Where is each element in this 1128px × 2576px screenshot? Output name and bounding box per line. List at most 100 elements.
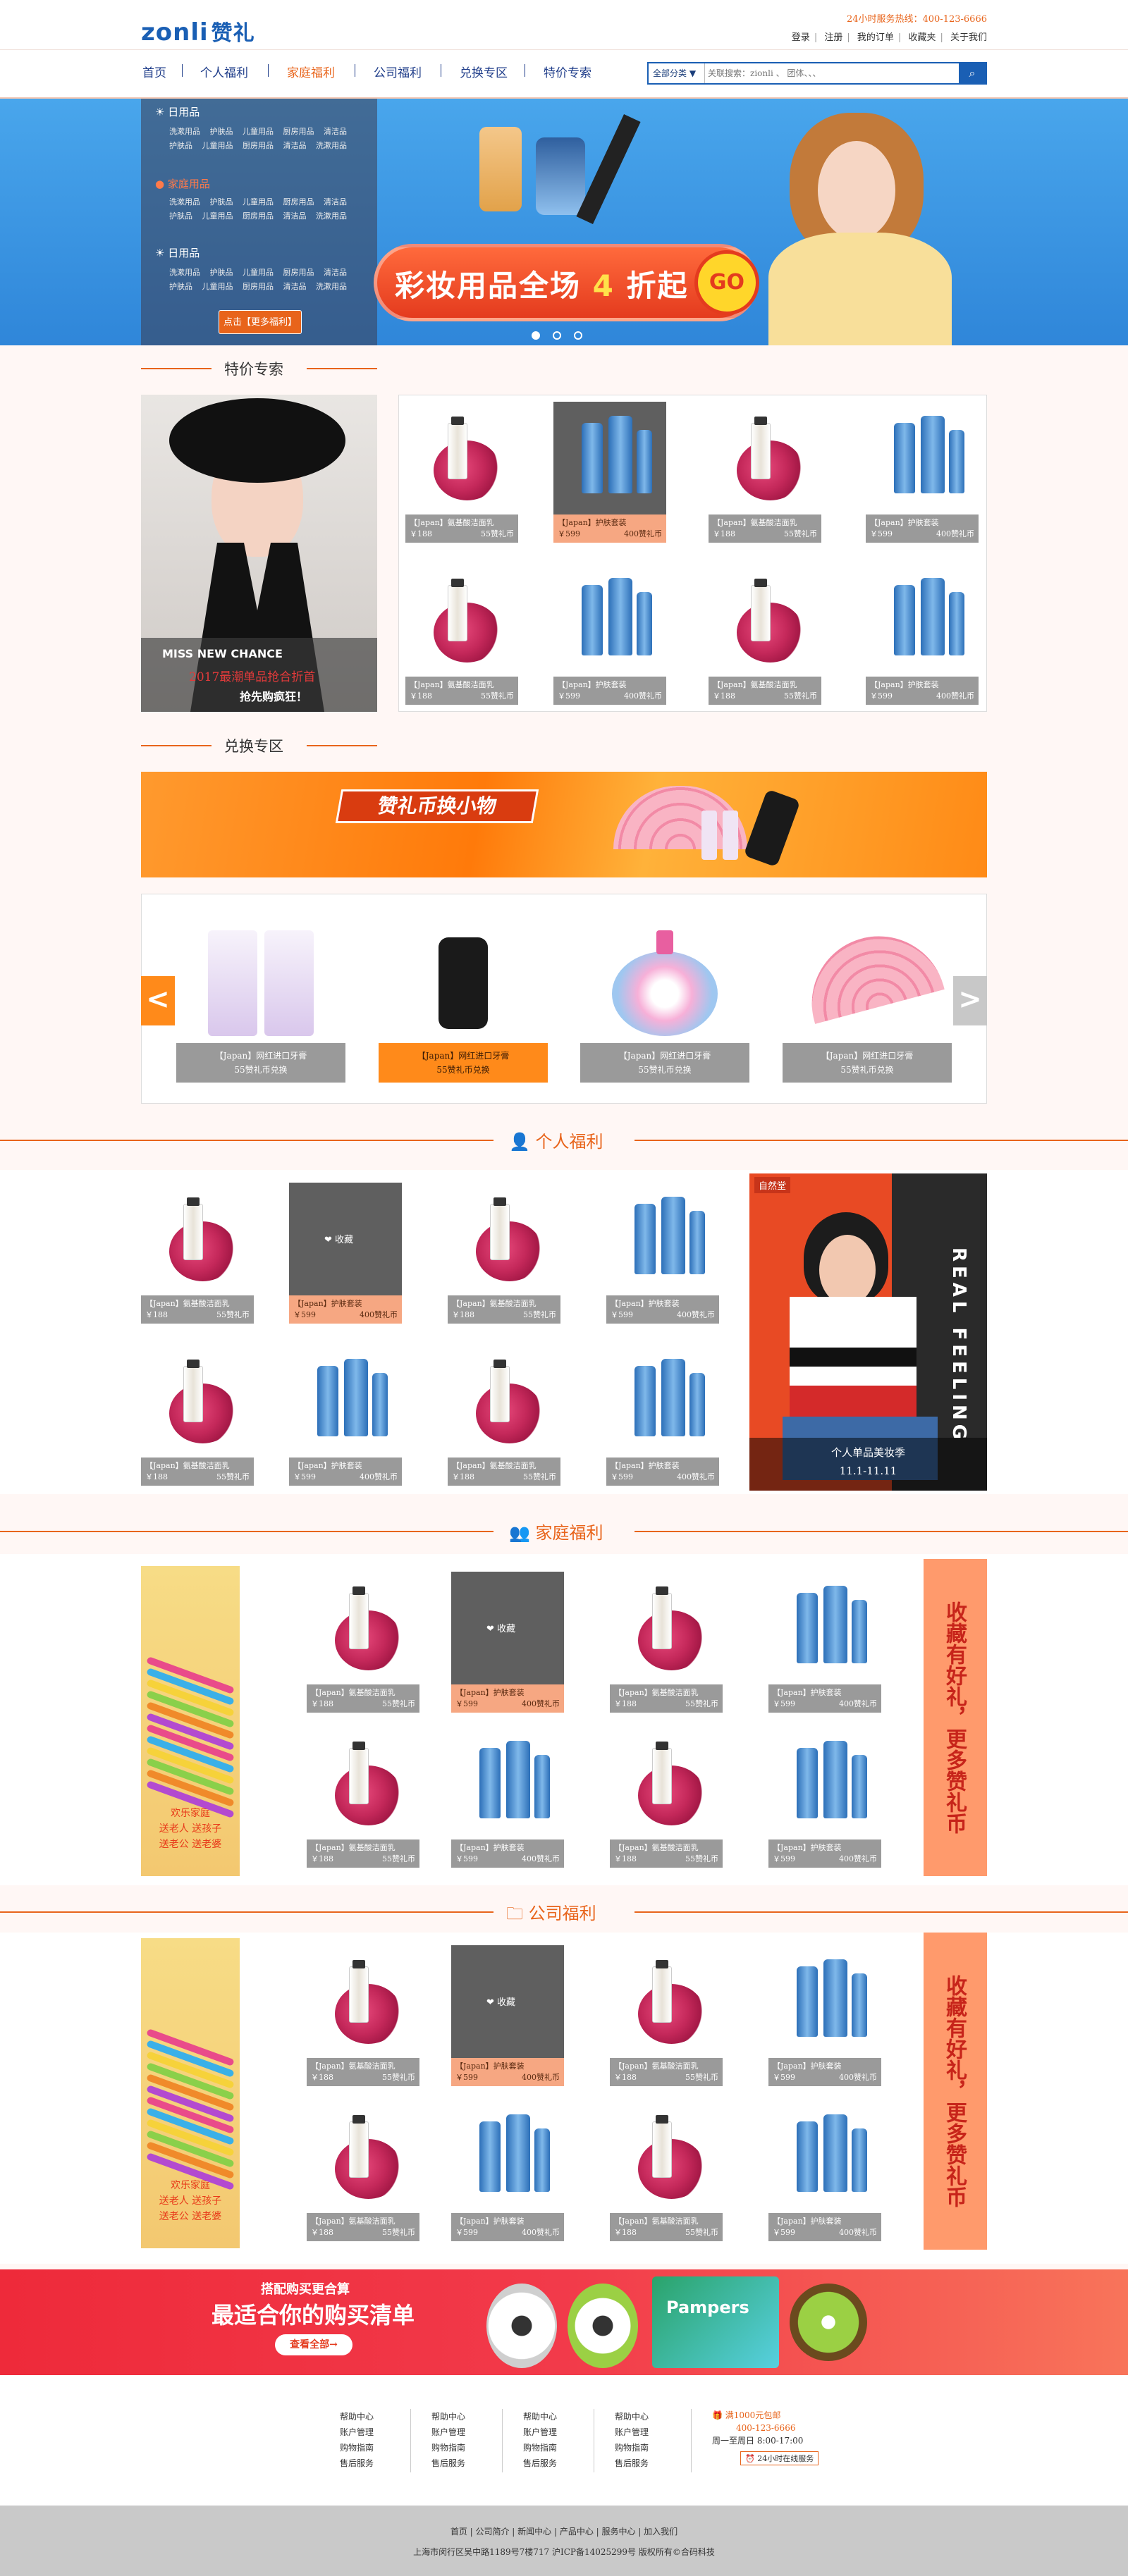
search-button[interactable]: ⌕ bbox=[959, 63, 986, 83]
footer-link[interactable]: 账户管理 bbox=[615, 2424, 649, 2440]
menu-row[interactable]: 护肤品 儿童用品 厨房用品 清洁品 洗漱用品 bbox=[169, 210, 347, 221]
product-card[interactable]: 【Japan】护肤套装 ￥599 400赞礼币 bbox=[768, 1945, 881, 2086]
product-card[interactable]: 【Japan】护肤套装 ￥599 400赞礼币 bbox=[866, 564, 979, 705]
exchange-caption: 【Japan】网红进口牙膏 55赞礼币兑换 bbox=[783, 1043, 952, 1083]
online-service-badge[interactable]: ⏰ 24小时在线服务 bbox=[740, 2451, 819, 2465]
menu-head-daily-2[interactable]: ☀ 日用品 bbox=[155, 245, 200, 260]
model-face bbox=[818, 141, 895, 240]
exchange-card[interactable]: 【Japan】网红进口牙膏 55赞礼币兑换 bbox=[580, 916, 749, 1083]
product-card[interactable]: 【Japan】氨基酸洁面乳 ￥188 55赞礼币 bbox=[141, 1183, 254, 1324]
menu-head-daily[interactable]: ☀ 日用品 bbox=[155, 104, 200, 119]
product-card[interactable]: ❤ 收藏 【Japan】护肤套装 ￥599 400赞礼币 bbox=[451, 1572, 564, 1713]
footer-link[interactable]: 售后服务 bbox=[340, 2455, 374, 2471]
favorite-button[interactable]: ❤ 收藏 bbox=[486, 1621, 515, 1634]
nav-special[interactable]: 特价专索 bbox=[544, 63, 591, 80]
exchange-banner[interactable] bbox=[141, 772, 987, 877]
register-link[interactable]: 注册 bbox=[824, 32, 842, 43]
footer-link[interactable]: 购物指南 bbox=[523, 2440, 557, 2455]
product-card[interactable]: ❤ 收藏 【Japan】护肤套装 ￥599 400赞礼币 bbox=[451, 1945, 564, 2086]
menu-row[interactable]: 洗漱用品 护肤品 儿童用品 厨房用品 清洁品 bbox=[169, 125, 347, 137]
product-caption: 【Japan】氨基酸洁面乳 ￥188 55赞礼币 bbox=[610, 2213, 723, 2241]
carousel-dot[interactable] bbox=[574, 331, 582, 340]
product-card[interactable]: 【Japan】氨基酸洁面乳 ￥188 55赞礼币 bbox=[610, 1572, 723, 1713]
search-category-select[interactable]: 全部分类 ▼ bbox=[649, 63, 705, 83]
product-points: 55赞礼币 bbox=[481, 691, 514, 701]
product-card[interactable]: ❤ 收藏 【Japan】护肤套装 ￥599 400赞礼币 bbox=[289, 1183, 402, 1324]
footer-link[interactable]: 售后服务 bbox=[523, 2455, 557, 2471]
footer-link[interactable]: 购物指南 bbox=[340, 2440, 374, 2455]
more-welfare-button[interactable]: 点击【更多福利】 bbox=[219, 310, 302, 334]
product-card[interactable]: 【Japan】护肤套装 ￥599 400赞礼币 bbox=[451, 1727, 564, 1868]
product-card[interactable]: 【Japan】护肤套装 ￥599 400赞礼币 bbox=[768, 2100, 881, 2241]
product-points: 55赞礼币 bbox=[685, 2073, 718, 2082]
perfume-bottle-image bbox=[479, 127, 522, 211]
product-card[interactable]: 【Japan】氨基酸洁面乳 ￥188 55赞礼币 bbox=[307, 1572, 419, 1713]
chevron-left-icon: < bbox=[146, 983, 170, 1016]
favorites-link[interactable]: 收藏夹 bbox=[908, 32, 936, 43]
product-card[interactable]: 【Japan】氨基酸洁面乳 ￥188 55赞礼币 bbox=[709, 564, 821, 705]
menu-row[interactable]: 护肤品 儿童用品 厨房用品 清洁品 洗漱用品 bbox=[169, 281, 347, 292]
product-card[interactable]: 【Japan】护肤套装 ￥599 400赞礼币 bbox=[866, 402, 979, 543]
footer-link[interactable]: 帮助中心 bbox=[340, 2409, 374, 2424]
product-card[interactable]: 【Japan】护肤套装 ￥599 400赞礼币 bbox=[606, 1345, 719, 1486]
product-card[interactable]: 【Japan】氨基酸洁面乳 ￥188 55赞礼币 bbox=[610, 2100, 723, 2241]
product-card[interactable]: 【Japan】护肤套装 ￥599 400赞礼币 bbox=[768, 1727, 881, 1868]
menu-head-home[interactable]: ● 家庭用品 bbox=[155, 176, 210, 191]
exchange-card[interactable]: 【Japan】网红进口牙膏 55赞礼币兑换 bbox=[379, 916, 548, 1083]
carousel-dot[interactable] bbox=[553, 331, 561, 340]
bottom-links[interactable]: 首页 | 公司简介 | 新闻中心 | 产品中心 | 服务中心 | 加入我们 bbox=[0, 2525, 1128, 2537]
product-card[interactable]: 【Japan】氨基酸洁面乳 ￥188 55赞礼币 bbox=[141, 1345, 254, 1486]
product-card[interactable]: 【Japan】护肤套装 ￥599 400赞礼币 bbox=[606, 1183, 719, 1324]
product-card[interactable]: 【Japan】氨基酸洁面乳 ￥188 55赞礼币 bbox=[405, 564, 518, 705]
exchange-card[interactable]: 【Japan】网红进口牙膏 55赞礼币兑换 bbox=[783, 916, 952, 1083]
footer-link[interactable]: 售后服务 bbox=[615, 2455, 649, 2471]
nav-family[interactable]: 家庭福利 bbox=[287, 63, 335, 80]
nav-company[interactable]: 公司福利 bbox=[374, 63, 422, 80]
product-card[interactable]: 【Japan】氨基酸洁面乳 ￥188 55赞礼币 bbox=[307, 1727, 419, 1868]
view-all-button[interactable]: 查看全部→ bbox=[275, 2334, 352, 2355]
product-card[interactable]: 【Japan】氨基酸洁面乳 ￥188 55赞礼币 bbox=[405, 402, 518, 543]
carousel-next-button[interactable]: > bbox=[953, 976, 987, 1025]
banner-go-button[interactable]: GO bbox=[694, 250, 759, 315]
footer-link[interactable]: 帮助中心 bbox=[431, 2409, 465, 2424]
menu-row[interactable]: 护肤品 儿童用品 厨房用品 清洁品 洗漱用品 bbox=[169, 140, 347, 151]
product-card[interactable]: 【Japan】护肤套装 ￥599 400赞礼币 bbox=[289, 1345, 402, 1486]
product-card[interactable]: 【Japan】护肤套装 ￥599 400赞礼币 bbox=[553, 402, 666, 543]
product-card[interactable]: 【Japan】氨基酸洁面乳 ￥188 55赞礼币 bbox=[709, 402, 821, 543]
bottom-promo-banner[interactable] bbox=[0, 2269, 1128, 2375]
footer-link[interactable]: 账户管理 bbox=[523, 2424, 557, 2440]
product-card[interactable]: 【Japan】氨基酸洁面乳 ￥188 55赞礼币 bbox=[307, 1945, 419, 2086]
site-logo[interactable]: zonli 赞礼 bbox=[141, 16, 255, 47]
footer-link[interactable]: 帮助中心 bbox=[523, 2409, 557, 2424]
footer-link[interactable]: 账户管理 bbox=[340, 2424, 374, 2440]
favorite-button[interactable]: ❤ 收藏 bbox=[486, 1995, 515, 2008]
about-link[interactable]: 关于我们 bbox=[950, 32, 987, 43]
product-card[interactable]: 【Japan】护肤套装 ￥599 400赞礼币 bbox=[768, 1572, 881, 1713]
carousel-dot[interactable] bbox=[532, 331, 540, 340]
login-link[interactable]: 登录 bbox=[792, 32, 810, 43]
product-card[interactable]: 【Japan】氨基酸洁面乳 ￥188 55赞礼币 bbox=[448, 1345, 560, 1486]
my-orders-link[interactable]: 我的订单 bbox=[857, 32, 894, 43]
company-right-banner[interactable]: 收藏有好礼，更多赞礼币 bbox=[924, 1933, 987, 2250]
product-card[interactable]: 【Japan】氨基酸洁面乳 ￥188 55赞礼币 bbox=[307, 2100, 419, 2241]
nav-exchange[interactable]: 兑换专区 bbox=[460, 63, 508, 80]
carousel-prev-button[interactable]: < bbox=[141, 976, 175, 1025]
product-card[interactable]: 【Japan】护肤套装 ￥599 400赞礼币 bbox=[451, 2100, 564, 2241]
product-card[interactable]: 【Japan】护肤套装 ￥599 400赞礼币 bbox=[553, 564, 666, 705]
footer-link[interactable]: 帮助中心 bbox=[615, 2409, 649, 2424]
favorite-button[interactable]: ❤ 收藏 bbox=[324, 1232, 353, 1245]
footer-link[interactable]: 售后服务 bbox=[431, 2455, 465, 2471]
footer-link[interactable]: 购物指南 bbox=[431, 2440, 465, 2455]
footer-link[interactable]: 购物指南 bbox=[615, 2440, 649, 2455]
search-input[interactable] bbox=[708, 65, 948, 82]
menu-row[interactable]: 洗漱用品 护肤品 儿童用品 厨房用品 清洁品 bbox=[169, 266, 347, 278]
product-card[interactable]: 【Japan】氨基酸洁面乳 ￥188 55赞礼币 bbox=[610, 1945, 723, 2086]
family-right-banner[interactable]: 收藏有好礼，更多赞礼币 bbox=[924, 1559, 987, 1876]
footer-link[interactable]: 账户管理 bbox=[431, 2424, 465, 2440]
product-card[interactable]: 【Japan】氨基酸洁面乳 ￥188 55赞礼币 bbox=[448, 1183, 560, 1324]
product-card[interactable]: 【Japan】氨基酸洁面乳 ￥188 55赞礼币 bbox=[610, 1727, 723, 1868]
nav-home[interactable]: 首页 bbox=[142, 63, 166, 80]
exchange-card[interactable]: 【Japan】网红进口牙膏 55赞礼币兑换 bbox=[176, 916, 345, 1083]
menu-row[interactable]: 洗漱用品 护肤品 儿童用品 厨房用品 清洁品 bbox=[169, 196, 347, 207]
nav-personal[interactable]: 个人福利 bbox=[200, 63, 248, 80]
